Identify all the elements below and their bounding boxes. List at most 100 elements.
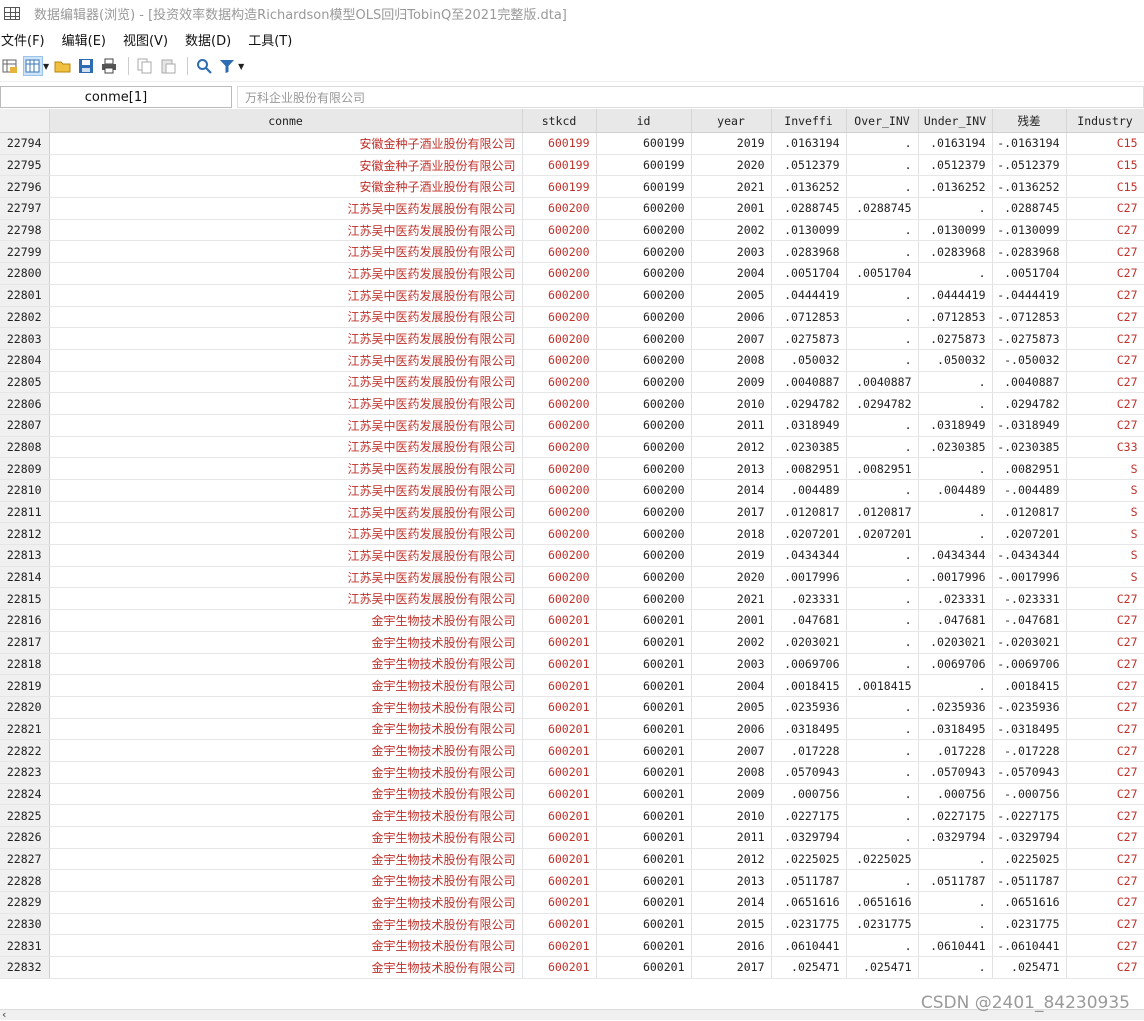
cell-year[interactable]: 2007 bbox=[691, 327, 772, 350]
row-number[interactable]: 22812 bbox=[0, 522, 50, 546]
cell-over-inv[interactable]: .0225025 bbox=[846, 848, 919, 871]
cell-conme[interactable]: 金宇生物技术股份有限公司 bbox=[49, 826, 523, 849]
table-row[interactable]: 22823 金宇生物技术股份有限公司 600201 600201 2008.057094… bbox=[0, 761, 1144, 784]
copy-icon[interactable] bbox=[135, 56, 155, 76]
cell-under-inv[interactable]: .050032 bbox=[918, 349, 993, 372]
cell-residual[interactable]: -.0444419 bbox=[992, 284, 1067, 307]
cell-year[interactable]: 2006 bbox=[691, 306, 772, 329]
cell-inveffi[interactable]: .0283968 bbox=[771, 240, 847, 264]
cell-stkcd[interactable]: 600200 bbox=[522, 414, 597, 437]
table-row[interactable]: 22827 金宇生物技术股份有限公司 600201 600201 2012.022502… bbox=[0, 848, 1144, 871]
cell-over-inv[interactable]: .0651616 bbox=[846, 891, 919, 914]
cell-under-inv[interactable]: . bbox=[918, 392, 993, 415]
cell-year[interactable]: 2011 bbox=[691, 826, 772, 849]
cell-industry[interactable]: C27 bbox=[1066, 349, 1144, 372]
cell-year[interactable]: 2011 bbox=[691, 414, 772, 437]
cell-conme[interactable]: 江苏吴中医药发展股份有限公司 bbox=[49, 436, 523, 459]
cell-inveffi[interactable]: .0288745 bbox=[771, 197, 847, 220]
table-row[interactable]: 22818 金宇生物技术股份有限公司 600201 600201 2003.006970… bbox=[0, 653, 1144, 676]
column-header[interactable]: Inveffi bbox=[771, 109, 847, 133]
table-row[interactable]: 22822 金宇生物技术股份有限公司 600201 600201 2007.017228… bbox=[0, 739, 1144, 762]
cell-inveffi[interactable]: .0051704 bbox=[771, 262, 847, 285]
paste-icon[interactable] bbox=[158, 56, 178, 76]
cell-stkcd[interactable]: 600200 bbox=[522, 197, 597, 220]
cell-stkcd[interactable]: 600201 bbox=[522, 718, 597, 741]
cell-conme[interactable]: 江苏吴中医药发展股份有限公司 bbox=[49, 479, 523, 502]
cell-conme[interactable]: 江苏吴中医药发展股份有限公司 bbox=[49, 414, 523, 437]
cell-year[interactable]: 2019 bbox=[691, 544, 772, 567]
row-number[interactable]: 22810 bbox=[0, 479, 50, 502]
table-row[interactable]: 22830 金宇生物技术股份有限公司 600201 600201 2015.023177… bbox=[0, 913, 1144, 936]
row-number[interactable]: 22815 bbox=[0, 587, 50, 611]
table-row[interactable]: 22817 金宇生物技术股份有限公司 600201 600201 2002.020302… bbox=[0, 631, 1144, 654]
cell-year[interactable]: 2007 bbox=[691, 739, 772, 762]
cell-inveffi[interactable]: .0444419 bbox=[771, 284, 847, 307]
cell-stkcd[interactable]: 600201 bbox=[522, 934, 597, 958]
cell-inveffi[interactable]: .0318949 bbox=[771, 414, 847, 437]
cell-stkcd[interactable]: 600200 bbox=[522, 479, 597, 502]
cell-industry[interactable]: C27 bbox=[1066, 956, 1144, 979]
cell-over-inv[interactable]: . bbox=[846, 826, 919, 849]
cell-industry[interactable]: C27 bbox=[1066, 696, 1144, 719]
cell-inveffi[interactable]: .047681 bbox=[771, 609, 847, 632]
cell-industry[interactable]: S bbox=[1066, 544, 1144, 567]
cell-industry[interactable]: C33 bbox=[1066, 436, 1144, 459]
cell-inveffi[interactable]: .0511787 bbox=[771, 869, 847, 893]
cell-id[interactable]: 600201 bbox=[596, 653, 692, 676]
table-row[interactable]: 22803 江苏吴中医药发展股份有限公司 600200 600200 2007.0275… bbox=[0, 327, 1144, 350]
column-header[interactable]: Under_INV bbox=[918, 109, 993, 133]
cell-id[interactable]: 600200 bbox=[596, 566, 692, 589]
table-row[interactable]: 22796 安徽金种子酒业股份有限公司 600199 600199 2021.01362… bbox=[0, 175, 1144, 199]
cell-id[interactable]: 600200 bbox=[596, 436, 692, 459]
cell-under-inv[interactable]: .0230385 bbox=[918, 436, 993, 459]
column-header[interactable]: conme bbox=[49, 109, 523, 133]
cell-industry[interactable]: C15 bbox=[1066, 154, 1144, 177]
row-number[interactable]: 22803 bbox=[0, 327, 50, 350]
cell-stkcd[interactable]: 600200 bbox=[522, 306, 597, 329]
cell-under-inv[interactable]: .0069706 bbox=[918, 653, 993, 676]
cell-conme[interactable]: 江苏吴中医药发展股份有限公司 bbox=[49, 501, 523, 524]
cell-conme[interactable]: 江苏吴中医药发展股份有限公司 bbox=[49, 544, 523, 567]
column-header[interactable]: Industry bbox=[1066, 109, 1144, 133]
row-number[interactable]: 22823 bbox=[0, 761, 50, 784]
cell-residual[interactable]: .0225025 bbox=[992, 848, 1067, 871]
cell-inveffi[interactable]: .0294782 bbox=[771, 392, 847, 415]
row-number[interactable]: 22822 bbox=[0, 739, 50, 762]
cell-conme[interactable]: 金宇生物技术股份有限公司 bbox=[49, 718, 523, 741]
cell-year[interactable]: 2020 bbox=[691, 154, 772, 177]
row-number[interactable]: 22807 bbox=[0, 414, 50, 437]
table-row[interactable]: 22813 江苏吴中医药发展股份有限公司 600200 600200 2019.0434… bbox=[0, 544, 1144, 567]
cell-residual[interactable]: .0231775 bbox=[992, 913, 1067, 936]
cell-conme[interactable]: 江苏吴中医药发展股份有限公司 bbox=[49, 349, 523, 372]
cell-conme[interactable]: 江苏吴中医药发展股份有限公司 bbox=[49, 371, 523, 394]
cell-conme[interactable]: 金宇生物技术股份有限公司 bbox=[49, 783, 523, 806]
table-row[interactable]: 22815 江苏吴中医药发展股份有限公司 600200 600200 2021.0233… bbox=[0, 587, 1144, 611]
table-row[interactable]: 22829 金宇生物技术股份有限公司 600201 600201 2014.065161… bbox=[0, 891, 1144, 914]
cell-industry[interactable]: C27 bbox=[1066, 631, 1144, 654]
cell-stkcd[interactable]: 600201 bbox=[522, 869, 597, 893]
cell-id[interactable]: 600200 bbox=[596, 284, 692, 307]
cell-stkcd[interactable]: 600199 bbox=[522, 132, 597, 155]
cell-industry[interactable]: C27 bbox=[1066, 891, 1144, 914]
cell-over-inv[interactable]: . bbox=[846, 761, 919, 784]
cell-residual[interactable]: -.023331 bbox=[992, 587, 1067, 611]
cell-conme[interactable]: 江苏吴中医药发展股份有限公司 bbox=[49, 566, 523, 589]
cell-inveffi[interactable]: .0227175 bbox=[771, 804, 847, 827]
cell-over-inv[interactable]: . bbox=[846, 804, 919, 827]
cell-year[interactable]: 2014 bbox=[691, 891, 772, 914]
cell-stkcd[interactable]: 600201 bbox=[522, 956, 597, 979]
cell-conme[interactable]: 金宇生物技术股份有限公司 bbox=[49, 696, 523, 719]
cell-under-inv[interactable]: .0512379 bbox=[918, 154, 993, 177]
cell-residual[interactable]: -.0227175 bbox=[992, 804, 1067, 827]
table-row[interactable]: 22820 金宇生物技术股份有限公司 600201 600201 2005.023593… bbox=[0, 696, 1144, 719]
cell-industry[interactable]: C27 bbox=[1066, 609, 1144, 632]
cell-id[interactable]: 600200 bbox=[596, 306, 692, 329]
table-row[interactable]: 22825 金宇生物技术股份有限公司 600201 600201 2010.022717… bbox=[0, 804, 1144, 827]
row-number[interactable]: 22794 bbox=[0, 132, 50, 155]
cell-stkcd[interactable]: 600201 bbox=[522, 674, 597, 697]
cell-over-inv[interactable]: . bbox=[846, 544, 919, 567]
cell-stkcd[interactable]: 600200 bbox=[522, 566, 597, 589]
cell-year[interactable]: 2018 bbox=[691, 522, 772, 546]
cell-inveffi[interactable]: .025471 bbox=[771, 956, 847, 979]
cell-industry[interactable]: C27 bbox=[1066, 240, 1144, 264]
